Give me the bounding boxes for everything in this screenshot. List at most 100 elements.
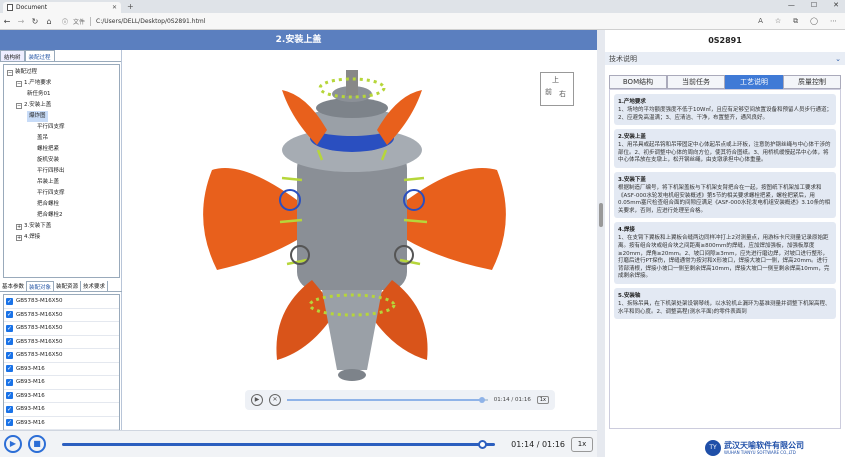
checkbox[interactable]: ✓ (6, 351, 13, 359)
tree-node[interactable]: 平行四支撑 (4, 188, 119, 199)
tree-node[interactable]: − 装配过程 (4, 67, 119, 78)
tab-3[interactable]: 质量控制 (783, 75, 841, 89)
collections-icon[interactable]: ⧉ (793, 17, 798, 26)
3d-viewport[interactable]: 上 前 右 ▶ ✕ 01:14 / 01:16 1x (122, 50, 597, 430)
tech-section-header[interactable]: 技术说明 ⌄ (605, 52, 845, 65)
collapse-icon[interactable]: − (7, 69, 13, 76)
maximize-button[interactable]: ☐ (811, 1, 817, 9)
tab-0[interactable]: BOM结构 (609, 75, 667, 89)
note-card: 1.产地要求 1、场地的平均额度强度不低于10W㎡，且应有足够空间放置设备和预留人… (614, 94, 836, 126)
tab-1[interactable]: 当前任务 (667, 75, 725, 89)
cube-face-front[interactable]: 前 (545, 87, 552, 97)
chevron-down-icon[interactable]: ⌄ (835, 55, 841, 63)
browser-tabbar: Document ✕ + — ☐ ✕ (0, 0, 845, 13)
tree-node[interactable]: 把合螺栓2 (4, 210, 119, 221)
tree-node[interactable]: +4.焊接 (4, 232, 119, 243)
speed-button[interactable]: 1x (571, 436, 593, 452)
list-item[interactable]: ✓ GB93-M16 (4, 390, 119, 403)
tree-node-label: 4.焊接 (24, 234, 41, 240)
expand-icon[interactable]: + (16, 234, 22, 241)
mini-speed-button[interactable]: 1x (536, 396, 549, 404)
tree-node[interactable]: −1.产地要求 (4, 78, 119, 89)
checkbox[interactable]: ✓ (6, 365, 13, 373)
tab-assembly-resources[interactable]: 装配资源 (54, 281, 82, 291)
expand-icon[interactable]: + (16, 223, 22, 230)
collapse-icon[interactable]: − (16, 80, 22, 87)
checkbox[interactable]: ✓ (6, 338, 13, 346)
checkbox[interactable]: ✓ (6, 324, 13, 332)
list-item[interactable]: ✓ GB93-M16 (4, 363, 119, 376)
checkbox[interactable]: ✓ (6, 297, 13, 305)
progress-knob[interactable] (478, 439, 488, 449)
panel-splitter[interactable] (597, 30, 605, 457)
read-aloud-icon[interactable]: A (758, 17, 763, 26)
tab-assembly-objects[interactable]: 装配对象 (27, 281, 55, 291)
close-tab-icon[interactable]: ✕ (112, 4, 117, 11)
note-text: 1、场地的平均额度强度不低于10W㎡，且应有足够空间放置设备和预留人员步行通道；… (618, 107, 832, 121)
app-window: Document ✕ + — ☐ ✕ ← → ↻ ⌂ ⓘ 文件 C:/Users… (0, 0, 845, 457)
cube-face-right[interactable]: 右 (559, 89, 566, 99)
stop-button[interactable]: ■ (28, 435, 46, 453)
browser-tab[interactable]: Document ✕ (3, 2, 121, 13)
list-item[interactable]: ✓ GB5783-M16X50 (4, 295, 119, 309)
checkbox[interactable]: ✓ (6, 419, 13, 427)
mini-close-icon[interactable]: ✕ (269, 394, 281, 406)
splitter-grip[interactable] (599, 203, 603, 227)
new-tab-icon[interactable]: + (127, 2, 134, 11)
checkbox[interactable]: ✓ (6, 392, 13, 400)
tree-node[interactable]: 把合螺栓 (4, 199, 119, 210)
mini-progress-track[interactable] (287, 397, 488, 403)
tree-node[interactable]: 平行四移出 (4, 166, 119, 177)
tab-assembly-process[interactable]: 装配过程 (24, 50, 55, 61)
tree-node-label: 爆炸图 (27, 111, 48, 122)
tree-node-label: 平行四支撑 (37, 190, 65, 196)
exploded-model (203, 70, 506, 381)
favorite-icon[interactable]: ☆ (775, 17, 781, 26)
tree-node[interactable]: 平行四支撑 (4, 122, 119, 133)
part-name: GB93-M16 (16, 365, 45, 372)
url-field[interactable]: ⓘ 文件 C:/Users/DELL/Desktop/0S2891.html (62, 16, 205, 26)
list-item[interactable]: ✓ GB93-M16 (4, 403, 119, 417)
list-item[interactable]: ✓ GB5783-M16X50 (4, 349, 119, 363)
refresh-icon[interactable]: ↻ (28, 17, 42, 26)
cube-face-top[interactable]: 上 (552, 75, 559, 85)
list-item[interactable]: ✓ GB5783-M16X50 (4, 336, 119, 349)
tree-node-label: 吊装上盖 (37, 179, 60, 185)
forward-icon[interactable]: → (14, 17, 28, 26)
back-icon[interactable]: ← (0, 17, 14, 26)
list-item[interactable]: ✓ GB5783-M16X50 (4, 309, 119, 322)
tree-node[interactable]: −2.安装上盖 (4, 100, 119, 111)
list-item[interactable]: ✓ GB93-M16 (4, 417, 119, 430)
view-cube[interactable]: 上 前 右 (540, 72, 574, 106)
more-icon[interactable]: ⋯ (830, 17, 837, 26)
checkbox[interactable]: ✓ (6, 311, 13, 319)
mini-play-icon[interactable]: ▶ (251, 394, 263, 406)
tree-node[interactable]: +3.安装下盖 (4, 221, 119, 232)
checkbox[interactable]: ✓ (6, 405, 13, 413)
company-name-en: WUHAN TIANYU SOFTWARE CO.,LTD (724, 450, 796, 455)
checkbox[interactable]: ✓ (6, 378, 13, 386)
tree-node[interactable]: 螺栓把紧 (4, 144, 119, 155)
list-item[interactable]: ✓ GB5783-M16X50 (4, 322, 119, 336)
play-button[interactable]: ▶ (4, 435, 22, 453)
note-title: 3.安装下盖 (618, 176, 646, 183)
tab-structure-tree[interactable]: 结构树 (0, 50, 25, 61)
tab-tech-requirements[interactable]: 技术要求 (81, 281, 109, 291)
tab-basic-params[interactable]: 基本参数 (0, 281, 28, 291)
list-item[interactable]: ✓ GB93-M16 (4, 376, 119, 390)
part-name: GB5783-M16X50 (16, 352, 63, 359)
tree-node[interactable]: 盖吊 (4, 133, 119, 144)
tab-2[interactable]: 工艺说明 (725, 75, 783, 89)
collapse-icon[interactable]: − (16, 102, 22, 109)
tree-node[interactable]: 新任务01 (4, 89, 119, 100)
close-window-button[interactable]: ✕ (833, 1, 839, 9)
profile-icon[interactable]: ◯ (810, 17, 818, 26)
tree-node[interactable]: 旋机安装 (4, 155, 119, 166)
progress-track[interactable] (62, 439, 496, 449)
minimize-button[interactable]: — (788, 1, 795, 9)
tree-node[interactable]: 吊装上盖 (4, 177, 119, 188)
mini-progress-knob[interactable] (478, 397, 485, 403)
home-icon[interactable]: ⌂ (42, 17, 56, 26)
tree-node[interactable]: 爆炸图 (4, 111, 119, 122)
tree-node-label: 2.安装上盖 (24, 102, 52, 108)
